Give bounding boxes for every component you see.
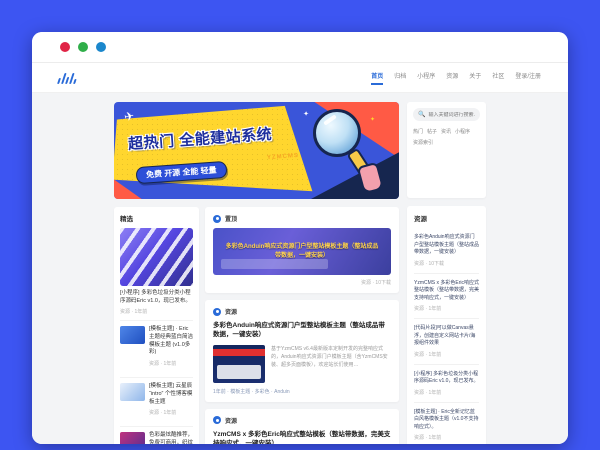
resource-title: YzmCMS x 多彩色Eric响应式整站模板（整站带数据，完美支持响应式，一键…	[414, 279, 480, 301]
nav-item-miniprogram[interactable]: 小程序	[417, 71, 435, 85]
site-navbar: 首页 归档 小程序 资源 关于 社区 登录/注册	[32, 63, 568, 93]
article-thumbnail	[120, 432, 145, 444]
hot-link[interactable]: 资源索引	[413, 139, 433, 146]
close-window-button[interactable]	[60, 42, 70, 52]
post-title[interactable]: 多彩色Anduin响应式资源门户型整站模板主题（整站成品带数据，一键安装）	[213, 321, 391, 340]
resource-meta: 资源 · 1年前	[414, 389, 442, 396]
list-item[interactable]: 色彩最炫酷推荐，免费可商用，织纹两种不同的配色 资讯 · 1年前	[120, 426, 193, 444]
resource-title: [模板主题] · Eric全新记忆蓝白风格模板主题（v1.0不支持响应式）。	[414, 408, 479, 430]
article-thumbnail	[120, 326, 145, 345]
search-icon: 🔍	[418, 111, 426, 118]
pinned-post-image: 多彩色Anduin响应式资源门户型整站模板主题（整站成品带数据，一键安装）	[213, 228, 391, 275]
resource-meta: 资源 · 1年前	[414, 351, 442, 358]
nav-item-login-register[interactable]: 登录/注册	[515, 71, 541, 85]
hero-banner[interactable]: ✈ ✦ ✦ 超热门 全能建站系统 YZMCMS 免费 开源 全能 轻量	[114, 102, 399, 199]
site-logo-icon[interactable]	[57, 72, 79, 84]
post-title[interactable]: YzmCMS x 多彩色Eric响应式整站模板（整站带数据，完美支持响应式，一键…	[213, 430, 391, 444]
pinned-post-meta: 资源 · 10下载	[360, 280, 391, 286]
list-item[interactable]: [模板主题] · Eric主题经典蓝白简洁模板主题 (v1.0多彩) 资源 · …	[120, 320, 193, 372]
article-meta: 资源 · 1年前	[149, 361, 177, 368]
featured-card: 精选 [小程序] 多彩色垃圾分类小程序源码Eric v1.0，现已发布。 资源 …	[114, 207, 199, 444]
article-thumbnail	[120, 383, 145, 402]
featured-lead[interactable]: [小程序] 多彩色垃圾分类小程序源码Eric v1.0，现已发布。 资源 · 1…	[120, 228, 193, 315]
search-card: 🔍 热门 帖子 资讯 小程序 资源索引	[407, 102, 486, 198]
category-icon	[213, 416, 221, 425]
article-title: 色彩最炫酷推荐，免费可商用，织纹两种不同的配色	[149, 432, 194, 444]
post-tags[interactable]: 1年前 · 模板主题 · 多彩色 · Anduin	[213, 388, 391, 395]
article-meta: 资源 · 1年前	[149, 410, 177, 417]
maximize-window-button[interactable]	[96, 42, 106, 52]
resource-title: 多彩色Anduin响应式资源门户型整站模板主题（整站成品带数据，一键安装）	[414, 234, 480, 255]
featured-lead-meta: 资源 · 1年前	[120, 309, 148, 316]
nav-item-about[interactable]: 关于	[469, 71, 481, 85]
list-item[interactable]: [小程序] 多彩色垃圾分类小程序源码Eric v1.0，现已发布。 资源 · 1…	[414, 365, 479, 403]
sparkle-icon: ✦	[303, 111, 309, 118]
category-icon	[213, 307, 221, 316]
category-badge: 资源	[225, 310, 238, 316]
resource-title: [代码片段]可以做Canvas悬浮，创建自定义网站卡片/海报组件效果	[414, 325, 476, 346]
featured-title: 精选	[120, 216, 133, 223]
window-titlebar	[32, 32, 568, 63]
nav-item-community[interactable]: 社区	[492, 71, 504, 85]
pin-icon	[213, 214, 221, 223]
nav-item-resources[interactable]: 资源	[446, 71, 458, 85]
article-title: [模板主题] 云星辰 “intro” 个性博客模板主题	[149, 383, 193, 405]
list-item[interactable]: [模板主题] · Eric全新记忆蓝白风格模板主题（v1.0不支持响应式）。 资…	[414, 403, 479, 444]
featured-lead-thumbnail	[120, 228, 193, 286]
resource-title: [小程序] 多彩色垃圾分类小程序源码Eric v1.0，现已发布。	[414, 370, 479, 385]
post-excerpt: 基于YzmCMS v6.4最新版本定制开发的完整响应式的，Anduin响应式资源…	[271, 345, 388, 368]
hot-link[interactable]: 热门	[413, 128, 423, 135]
nav-item-home[interactable]: 首页	[371, 71, 384, 85]
list-item[interactable]: [模板主题] 云星辰 “intro” 个性博客模板主题 资源 · 1年前	[120, 377, 193, 421]
post-thumbnail	[213, 344, 265, 383]
pinned-post-caption: 多彩色Anduin响应式资源门户型整站模板主题（整站成品带数据，一键安装）	[225, 243, 379, 259]
resource-meta: 资源 · 1年前	[414, 435, 442, 441]
resources-title: 资源	[414, 216, 427, 223]
category-badge: 资源	[225, 418, 238, 425]
hot-link[interactable]: 资讯	[441, 128, 451, 135]
main-nav: 首页 归档 小程序 资源 关于 社区 登录/注册	[371, 71, 541, 85]
page-content: ✈ ✦ ✦ 超热门 全能建站系统 YZMCMS 免费 开源 全能 轻量 精选 […	[32, 93, 568, 444]
hot-links: 热门 帖子 资讯 小程序 资源索引	[413, 128, 480, 146]
browser-window: 首页 归档 小程序 资源 关于 社区 登录/注册 ✈ ✦ ✦ 超热门 全能建站系…	[32, 32, 568, 444]
minimize-window-button[interactable]	[78, 42, 88, 52]
article-title: [模板主题] · Eric主题经典蓝白简洁模板主题 (v1.0多彩)	[149, 326, 194, 356]
pinned-badge: 置顶	[225, 217, 238, 223]
featured-lead-title: [小程序] 多彩色垃圾分类小程序源码Eric v1.0，现已发布。	[120, 290, 191, 304]
search-input[interactable]	[428, 111, 475, 118]
resource-meta: 资源 · 1年前	[414, 306, 442, 312]
list-item[interactable]: [代码片段]可以做Canvas悬浮，创建自定义网站卡片/海报组件效果 资源 · …	[414, 319, 479, 365]
hot-link[interactable]: 帖子	[427, 128, 437, 135]
list-item[interactable]: YzmCMS x 多彩色Eric响应式整站模板（整站带数据，完美支持响应式，一键…	[414, 274, 480, 319]
post-card[interactable]: 资源 YzmCMS x 多彩色Eric响应式整站模板（整站带数据，完美支持响应式…	[205, 408, 399, 444]
pinned-post-card[interactable]: 置顶 多彩色Anduin响应式资源门户型整站模板主题（整站成品带数据，一键安装）…	[205, 207, 399, 293]
nav-item-archive[interactable]: 归档	[394, 71, 406, 85]
sparkle-icon: ✦	[369, 117, 375, 123]
search-box[interactable]: 🔍	[413, 108, 480, 121]
post-card[interactable]: 资源 多彩色Anduin响应式资源门户型整站模板主题（整站成品带数据，一键安装）…	[205, 300, 399, 402]
list-item[interactable]: 多彩色Anduin响应式资源门户型整站模板主题（整站成品带数据，一键安装） 资源…	[414, 228, 479, 274]
hot-link[interactable]: 小程序	[455, 128, 470, 135]
resource-meta: 资源 · 10下载	[414, 260, 445, 267]
resources-card: 资源 多彩色Anduin响应式资源门户型整站模板主题（整站成品带数据，一键安装）…	[407, 206, 486, 444]
